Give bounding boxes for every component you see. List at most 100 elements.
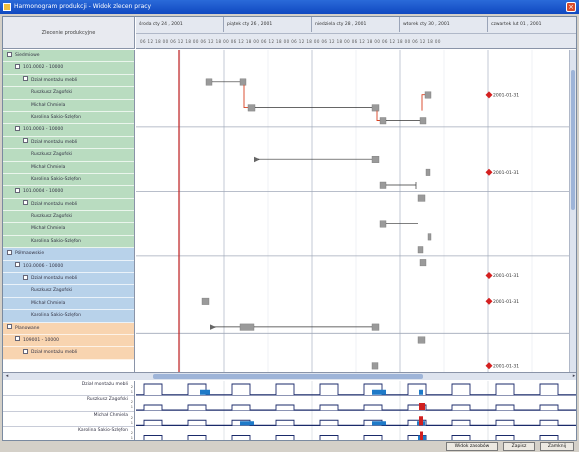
tree-row[interactable]: Ruszkusz Zagofski [3,87,134,100]
expand-collapse-icon[interactable] [23,348,28,354]
tree-row[interactable]: 101.0002 - 10000 [3,62,134,75]
load-scale-label: 2 [130,430,133,435]
tree-row-label: Karolina Sakio-Szlęfon [31,176,82,182]
window-title: Harmonogram produkcji - Widok zlecen pra… [14,3,152,10]
capacity-line [136,419,576,426]
tree-row[interactable]: 101.0003 - 10000 [3,124,134,137]
tree-row[interactable]: Dział montażu mebli [3,136,134,150]
resource-load-row: Michał Chmiela 2 1 [3,412,134,427]
tree-row[interactable]: Dział montażu mebli [3,198,134,212]
tree-row[interactable]: Dział montażu mebli [3,74,134,88]
task-bar [205,78,213,86]
milestone-date: 2001-01-31 [493,299,519,305]
save-button[interactable]: Zapisz [503,442,535,451]
tree-row-label: 101.0004 - 10000 [23,189,64,195]
expand-collapse-icon[interactable] [23,274,28,280]
load-bar [419,403,425,410]
tree-row[interactable]: Karolina Sakio-Szlęfon [3,235,134,249]
close-window-button[interactable]: × [566,2,576,12]
dependency-arrow [243,84,249,109]
load-bar [240,421,254,426]
task-bar [419,259,427,267]
tree-row-label: 101.0003 - 10000 [23,127,64,133]
tree-row[interactable]: Karolina Sakio-Szlęfon [3,111,134,125]
scroll-left-icon[interactable]: ◂ [3,373,11,380]
expand-collapse-icon[interactable] [15,187,20,193]
tree-row[interactable]: Michał Chmiela [3,161,134,174]
tree-row[interactable]: Ruszkusz Zagofski [3,285,134,298]
load-scale-label: 2 [130,400,133,405]
view-resources-button[interactable]: Widok zasobów [446,442,498,451]
tree-row-label: Michał Chmiela [31,164,66,170]
tree-row[interactable]: Półmaowskie [3,248,134,261]
close-button[interactable]: Zamknij [540,442,574,451]
task-bar [417,336,426,344]
expand-collapse-icon[interactable] [7,249,12,255]
expand-collapse-icon[interactable] [15,63,20,69]
tree-row[interactable]: Michał Chmiela [3,297,134,311]
tree-row[interactable]: Dział montażu mebli [3,347,134,360]
resource-name: Dział montażu mebli [81,382,128,387]
tree-row[interactable]: Karolina Sakio-Szlęfon [3,310,134,323]
tree-row-label: Michał Chmiela [31,226,66,232]
tree-row[interactable]: Karolina Sakio-Szlęfon [3,173,134,187]
gantt-frame: Zlecenie produkcyjne środa cty 24 , 2001… [2,16,577,441]
milestone-date: 2001-01-31 [493,273,519,279]
tree-row[interactable]: Ruszkusz Zagofski [3,211,134,224]
scroll-thumb[interactable] [571,70,575,210]
milestone-icon [485,168,493,176]
vertical-scrollbar[interactable] [569,50,576,372]
expand-collapse-icon[interactable] [23,76,28,82]
tree-row-label: Ruszkusz Zagofski [31,152,73,158]
tree-row-label: Dział montażu mebli [31,276,78,282]
tree-row-label: Karolina Sakio-Szlęfon [31,114,82,120]
task-bar [371,362,379,370]
milestone-icon [485,272,493,279]
task-bar [419,117,427,125]
capacity-line [143,435,559,440]
task-bar [379,220,387,228]
tree-row[interactable]: Siedmiowe [3,50,134,63]
tree-row-label: Dział montażu mebli [31,201,78,207]
hour-ticks: 06 12 18 00 06 12 18 00 06 12 18 00 06 1… [136,33,576,49]
expand-collapse-icon[interactable] [23,200,28,206]
task-bar [379,117,387,125]
task-bar [417,246,424,254]
tree-row-label: Michał Chmiela [31,300,66,306]
tree-row-label: 101.0002 - 10000 [23,65,64,71]
tree-row[interactable]: 101.0004 - 10000 [3,186,134,199]
scroll-thumb[interactable] [153,374,423,379]
resource-load-row: Ruszkusz Zagofski 2 1 [3,396,134,412]
milestone-date: 2001-01-31 [493,93,519,99]
task-bar [424,91,432,99]
load-bar [200,389,210,395]
day-header: piątek cty 26 , 2001 [224,17,312,32]
expand-collapse-icon[interactable] [15,125,20,131]
tree-row-label: Karolina Sakio-Szlęfon [31,238,82,244]
expand-collapse-icon[interactable] [7,324,12,330]
tree-row[interactable]: 103.0006 - 10000 [3,260,134,274]
tree-row[interactable]: Dział montażu mebli [3,273,134,286]
expand-collapse-icon[interactable] [15,262,20,268]
column-header: Zlecenie produkcyjne [3,17,135,49]
tree-row[interactable]: 109001 - 10000 [3,334,134,348]
load-bar [420,431,423,440]
horizontal-scrollbar[interactable]: ◂ ▸ [3,372,576,380]
expand-collapse-icon[interactable] [23,138,28,144]
task-bar [425,168,431,176]
expand-collapse-icon[interactable] [7,51,12,57]
load-scale-label: 1 [130,390,133,394]
task-bar [427,233,432,241]
tree-row[interactable]: Michał Chmiela [3,223,134,236]
tree-row[interactable]: Ruszkusz Zagofski [3,149,134,162]
resource-name: Ruszkusz Zagofski [86,397,128,403]
scroll-right-icon[interactable]: ▸ [570,373,576,380]
timeline-header: środa cty 24 , 2001 piątek cty 26 , 2001… [136,17,576,49]
expand-collapse-icon[interactable] [15,336,20,342]
task-bar [371,104,380,112]
tree-row-label: Michał Chmiela [31,102,66,108]
tree-row[interactable]: Planowane [3,322,134,335]
load-bar [419,416,423,426]
milestone-date: 2001-01-31 [493,170,519,176]
tree-row[interactable]: Michał Chmiela [3,99,134,112]
